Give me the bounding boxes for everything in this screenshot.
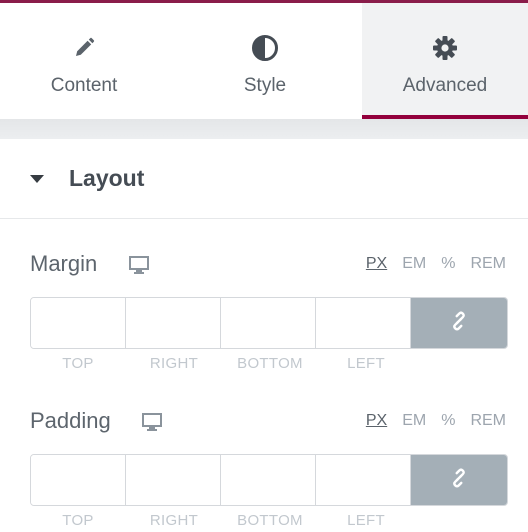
unit-rem[interactable]: REM: [470, 412, 506, 430]
padding-control: Padding PX EM % REM TOP RIGHT BOTTOM LEF…: [0, 402, 528, 529]
padding-bottom-input[interactable]: [221, 455, 316, 505]
desktop-icon[interactable]: [128, 255, 150, 280]
link-icon: [448, 467, 470, 494]
unit-rem[interactable]: REM: [470, 255, 506, 273]
margin-label: Margin: [30, 251, 98, 276]
pencil-icon: [73, 33, 95, 63]
padding-dimensions: [30, 454, 508, 506]
contrast-icon: [251, 33, 279, 63]
margin-left-input[interactable]: [316, 298, 411, 348]
dim-label-left: LEFT: [347, 355, 385, 372]
tab-advanced[interactable]: Advanced: [362, 3, 528, 119]
unit-percent[interactable]: %: [441, 412, 455, 430]
caret-down-icon: [30, 174, 44, 183]
dim-label-top: TOP: [62, 355, 94, 372]
margin-unit-selector: PX EM % REM: [351, 255, 506, 273]
section-layout-header[interactable]: Layout: [0, 139, 528, 219]
unit-em[interactable]: EM: [402, 255, 426, 273]
tab-style[interactable]: Style: [168, 3, 362, 119]
section-title: Layout: [69, 165, 145, 191]
margin-bottom-input[interactable]: [221, 298, 316, 348]
dim-label-top: TOP: [62, 512, 94, 529]
dim-label-bottom: BOTTOM: [237, 512, 303, 529]
padding-right-input[interactable]: [126, 455, 221, 505]
unit-em[interactable]: EM: [402, 412, 426, 430]
unit-px[interactable]: PX: [366, 412, 387, 430]
tab-advanced-label: Advanced: [402, 75, 488, 96]
padding-link-values-button[interactable]: [411, 455, 507, 505]
padding-top-input[interactable]: [31, 455, 126, 505]
padding-dimension-labels: TOP RIGHT BOTTOM LEFT: [30, 512, 414, 529]
unit-percent[interactable]: %: [441, 255, 455, 273]
dim-label-left: LEFT: [347, 512, 385, 529]
margin-top-input[interactable]: [31, 298, 126, 348]
dim-label-right: RIGHT: [149, 355, 199, 372]
tab-style-label: Style: [243, 75, 287, 96]
unit-px[interactable]: PX: [366, 255, 387, 273]
gear-icon: [432, 33, 458, 63]
margin-dimension-labels: TOP RIGHT BOTTOM LEFT: [30, 355, 414, 372]
padding-label: Padding: [30, 408, 111, 433]
dim-label-right: RIGHT: [149, 512, 199, 529]
padding-unit-selector: PX EM % REM: [351, 412, 506, 430]
margin-right-input[interactable]: [126, 298, 221, 348]
desktop-icon[interactable]: [141, 412, 163, 437]
link-icon: [448, 310, 470, 337]
panel-tabs: Content Style Advanced: [0, 3, 528, 119]
tab-content[interactable]: Content: [0, 3, 168, 119]
padding-left-input[interactable]: [316, 455, 411, 505]
margin-dimensions: [30, 297, 508, 349]
tab-content-label: Content: [50, 75, 118, 96]
dim-label-bottom: BOTTOM: [237, 355, 303, 372]
margin-control: Margin PX EM % REM TOP RIGHT BOTTOM LEFT: [0, 245, 528, 372]
margin-link-values-button[interactable]: [411, 298, 507, 348]
section-divider-band: [0, 119, 528, 139]
